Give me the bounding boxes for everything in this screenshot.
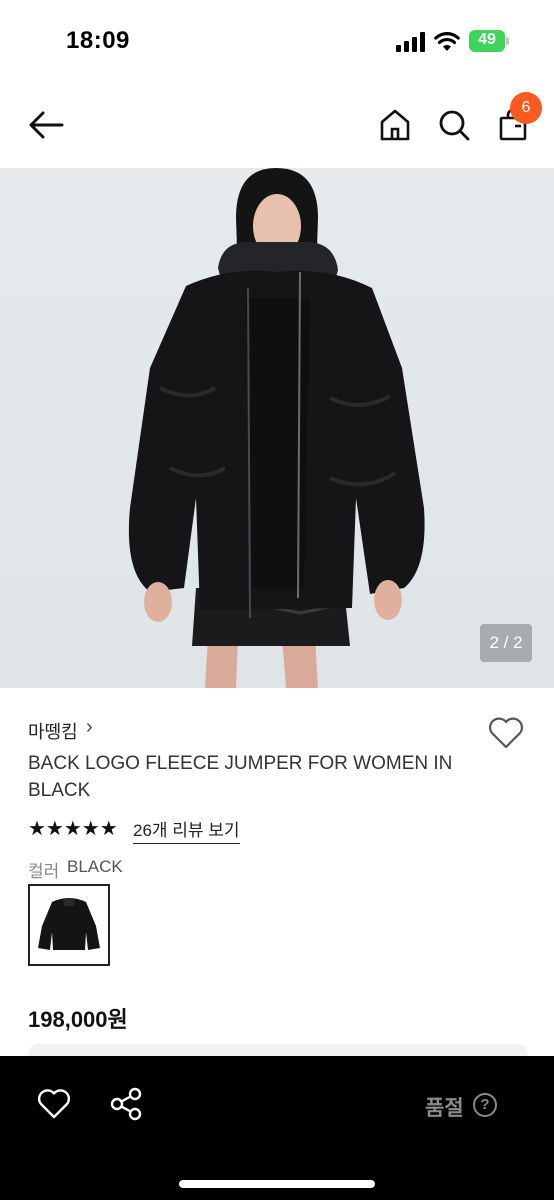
cart-count-badge: 6 xyxy=(510,92,542,124)
image-counter: 2 / 2 xyxy=(480,624,532,662)
heart-icon[interactable] xyxy=(487,716,525,750)
status-bar: 18:09 49 xyxy=(0,0,554,82)
search-icon[interactable] xyxy=(437,108,471,142)
bottom-action-bar: 품절 ? xyxy=(0,1056,554,1200)
help-icon[interactable]: ? xyxy=(473,1093,497,1117)
product-photo xyxy=(0,168,554,688)
rating-stars: ★★★★★ xyxy=(28,818,118,840)
sold-out-label: 품절 xyxy=(425,1097,464,1120)
battery-tip xyxy=(506,37,509,45)
color-label: 컬러 xyxy=(28,862,60,881)
brand-link[interactable]: 마뗑킴 xyxy=(28,718,78,744)
wifi-icon xyxy=(434,32,460,51)
home-indicator xyxy=(179,1180,375,1188)
chevron-right-icon[interactable]: › xyxy=(86,716,93,739)
price: 198,000원 xyxy=(28,1007,128,1032)
color-swatch-black[interactable] xyxy=(28,884,110,966)
share-icon[interactable] xyxy=(108,1086,144,1122)
swatch-thumbnail xyxy=(38,898,100,950)
back-arrow-icon[interactable] xyxy=(26,108,66,142)
battery-level: 49 xyxy=(478,31,496,48)
product-title: BACK LOGO FLEECE JUMPER FOR WOMEN IN BLA… xyxy=(28,753,453,801)
battery-icon: 49 xyxy=(469,30,509,52)
review-link[interactable]: 26개 리뷰 보기 xyxy=(133,816,240,844)
signal-icon xyxy=(396,32,425,52)
status-time: 18:09 xyxy=(66,27,130,54)
color-value: BLACK xyxy=(67,857,123,876)
heart-icon[interactable] xyxy=(36,1088,72,1120)
home-icon[interactable] xyxy=(378,108,412,142)
product-image[interactable] xyxy=(0,168,554,688)
nav-bar xyxy=(0,82,554,168)
